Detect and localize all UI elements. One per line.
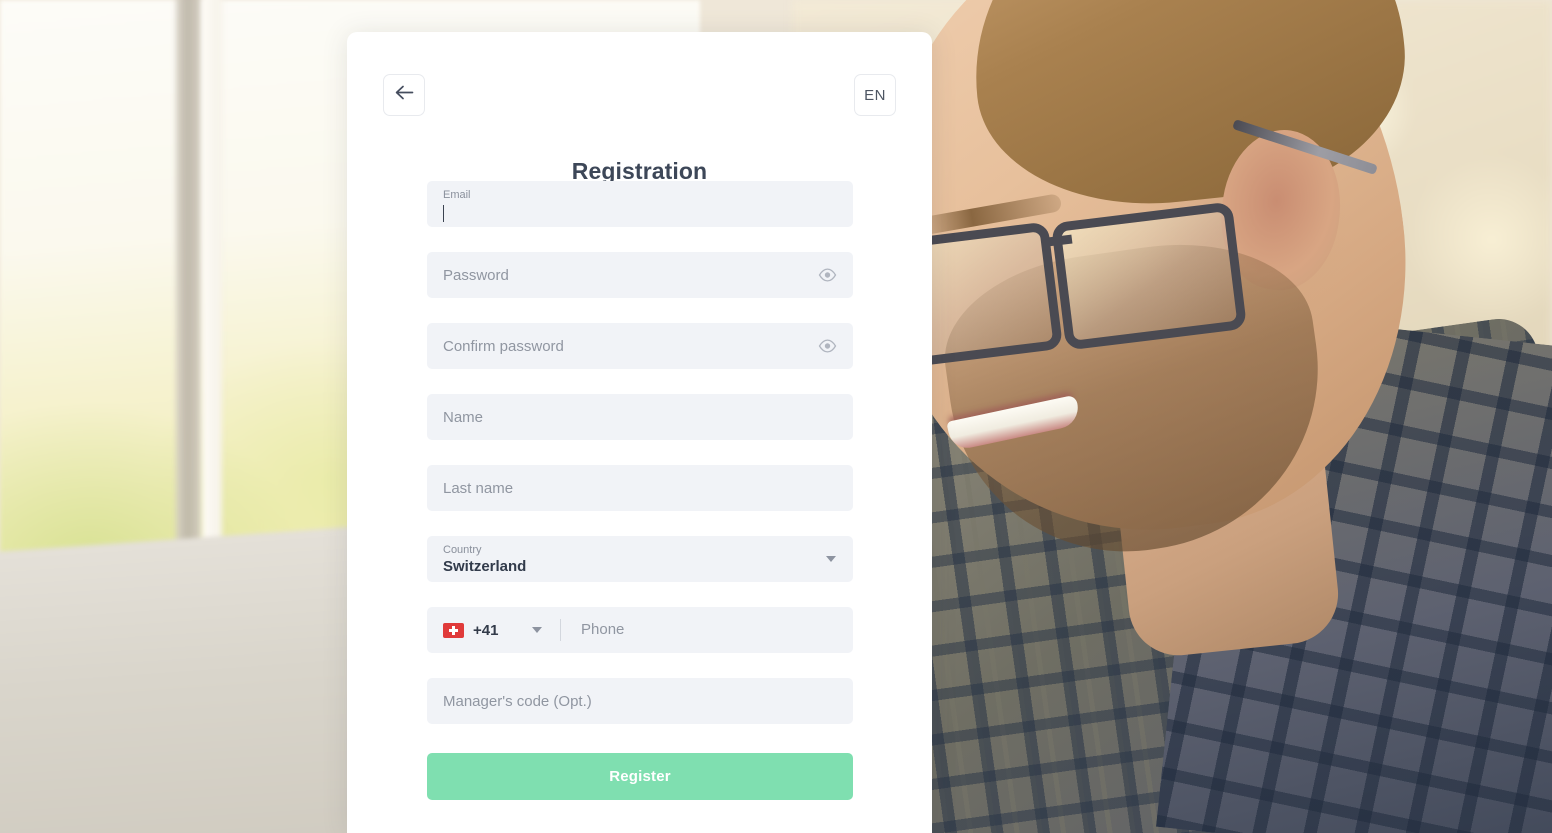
registration-form: Email Password Confirm password Name Las… <box>427 181 853 749</box>
country-label: Country <box>443 544 482 556</box>
language-button[interactable]: EN <box>854 74 896 116</box>
language-label: EN <box>864 86 886 104</box>
registration-card: EN Registration Email Password Confirm p… <box>347 32 932 833</box>
register-button[interactable]: Register <box>427 753 853 800</box>
laptop-lid <box>0 525 392 833</box>
last-name-field[interactable]: Last name <box>427 465 853 511</box>
confirm-password-field[interactable]: Confirm password <box>427 323 853 369</box>
window-frame-bar <box>176 0 202 610</box>
country-value: Switzerland <box>443 558 527 575</box>
country-code-select[interactable]: +41 <box>427 607 560 653</box>
email-field[interactable]: Email <box>427 181 853 227</box>
phone-placeholder: Phone <box>581 621 625 638</box>
name-placeholder: Name <box>443 408 484 426</box>
text-cursor <box>443 204 444 222</box>
card-header: EN <box>347 32 932 152</box>
password-field[interactable]: Password <box>427 252 853 298</box>
back-button[interactable] <box>383 74 425 116</box>
switzerland-flag-icon <box>443 622 464 638</box>
password-placeholder: Password <box>443 266 509 284</box>
email-label: Email <box>443 188 471 201</box>
confirm-password-placeholder: Confirm password <box>443 337 564 355</box>
eyeglass-lens-right <box>1050 201 1248 351</box>
chevron-down-icon <box>532 627 542 633</box>
manager-code-field[interactable]: Manager's code (Opt.) <box>427 678 853 724</box>
chevron-down-icon <box>826 556 836 562</box>
manager-code-placeholder: Manager's code (Opt.) <box>443 692 592 710</box>
last-name-placeholder: Last name <box>443 479 514 497</box>
eye-icon[interactable] <box>818 266 837 285</box>
arrow-left-icon <box>395 85 414 105</box>
phone-input[interactable]: Phone <box>561 621 853 639</box>
eye-icon[interactable] <box>818 337 837 356</box>
window-frame-bar-light <box>202 0 222 610</box>
dial-code-value: +41 <box>473 621 499 639</box>
phone-field-row: +41 Phone <box>427 607 853 653</box>
person-photo <box>839 0 1552 833</box>
country-select[interactable]: Country Switzerland <box>427 536 853 582</box>
name-field[interactable]: Name <box>427 394 853 440</box>
